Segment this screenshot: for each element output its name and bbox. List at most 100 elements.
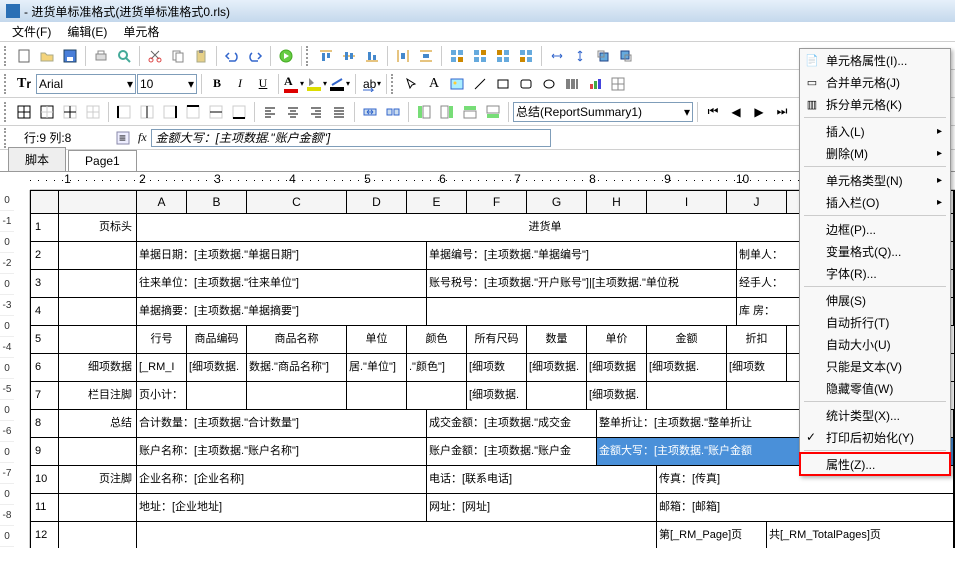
rect-tool-button[interactable]: [492, 73, 514, 95]
ctx-printinit[interactable]: ✓打印后初始化(Y): [800, 426, 950, 448]
bring-front-icon[interactable]: [592, 45, 614, 67]
ctx-autowrap[interactable]: 自动折行(T): [800, 311, 950, 333]
copy-button[interactable]: [167, 45, 189, 67]
move-first-button[interactable]: ⏮: [702, 101, 724, 123]
ctx-textonly[interactable]: 只能是文本(V): [800, 355, 950, 377]
grid-tool-button[interactable]: [607, 73, 629, 95]
ctx-cell-prop[interactable]: 📄单元格属性(I)...: [800, 49, 950, 71]
dist-v-icon[interactable]: [415, 45, 437, 67]
fit-width-icon[interactable]: [546, 45, 568, 67]
merge-button[interactable]: [359, 101, 381, 123]
cut-button[interactable]: [144, 45, 166, 67]
chart-tool-button[interactable]: [584, 73, 606, 95]
text-tool-button[interactable]: A: [423, 73, 445, 95]
ctx-delete[interactable]: 删除(M)▸: [800, 142, 950, 164]
barcode-tool-button[interactable]: [561, 73, 583, 95]
table-row: 11地址：[企业地址]网址：[网址]邮箱：[邮箱]: [30, 494, 955, 522]
border-none-button[interactable]: [82, 101, 104, 123]
send-back-icon[interactable]: [615, 45, 637, 67]
fx-label: fx: [138, 130, 147, 145]
ctx-font[interactable]: 字体(R)...: [800, 262, 950, 284]
table-row: 12第[_RM_Page]页共[_RM_TotalPages]页: [30, 522, 955, 548]
fit-height-icon[interactable]: [569, 45, 591, 67]
insert-col-l-button[interactable]: [413, 101, 435, 123]
move-next-button[interactable]: ▶: [748, 101, 770, 123]
ctx-hidezero[interactable]: 隐藏零值(W): [800, 377, 950, 399]
bold-button[interactable]: B: [206, 73, 228, 95]
font-name-select[interactable]: Arial▾: [36, 74, 136, 94]
split-button[interactable]: [382, 101, 404, 123]
menu-file[interactable]: 文件(F): [4, 21, 59, 42]
border-all-button[interactable]: [13, 101, 35, 123]
border-hmid-button[interactable]: [205, 101, 227, 123]
new-button[interactable]: [13, 45, 35, 67]
ctx-border[interactable]: 边框(P)...: [800, 218, 950, 240]
insert-row-b-button[interactable]: [482, 101, 504, 123]
menu-bar: 文件(F) 编辑(E) 单元格: [0, 22, 955, 42]
save-button[interactable]: [59, 45, 81, 67]
run-button[interactable]: [275, 45, 297, 67]
image-tool-button[interactable]: [446, 73, 468, 95]
tile-1-icon[interactable]: [446, 45, 468, 67]
redo-button[interactable]: [244, 45, 266, 67]
insert-col-r-button[interactable]: [436, 101, 458, 123]
border-bottom-button[interactable]: [228, 101, 250, 123]
border-outer-button[interactable]: [36, 101, 58, 123]
line-color-button[interactable]: ▾: [329, 73, 351, 95]
tile-4-icon[interactable]: [515, 45, 537, 67]
ctx-cell-type[interactable]: 单元格类型(N)▸: [800, 169, 950, 191]
ptr-button[interactable]: [400, 73, 422, 95]
align-justify-button[interactable]: [328, 101, 350, 123]
dist-h-icon[interactable]: [392, 45, 414, 67]
font-size-select[interactable]: 10▾: [137, 74, 197, 94]
ctx-properties[interactable]: 属性(Z)...: [800, 453, 950, 475]
tab-page1[interactable]: Page1: [68, 150, 137, 171]
align-left-button[interactable]: [259, 101, 281, 123]
ctx-extend[interactable]: 伸展(S): [800, 289, 950, 311]
align-mid-v-icon[interactable]: [338, 45, 360, 67]
italic-button[interactable]: I: [229, 73, 251, 95]
ctx-insert-col[interactable]: 插入栏(O)▸: [800, 191, 950, 213]
align-bottom-icon[interactable]: [361, 45, 383, 67]
ctx-change-fmt[interactable]: 变量格式(Q)...: [800, 240, 950, 262]
font-color-button[interactable]: A▾: [283, 73, 305, 95]
border-inner-button[interactable]: [59, 101, 81, 123]
insert-row-t-button[interactable]: [459, 101, 481, 123]
border-top-button[interactable]: [182, 101, 204, 123]
ctx-split[interactable]: ▥拆分单元格(K): [800, 93, 950, 115]
undo-button[interactable]: [221, 45, 243, 67]
roundrect-tool-button[interactable]: [515, 73, 537, 95]
context-menu: 📄单元格属性(I)... ▭合并单元格(J) ▥拆分单元格(K) 插入(L)▸ …: [799, 48, 951, 476]
menu-cell[interactable]: 单元格: [115, 21, 167, 42]
preview-button[interactable]: [113, 45, 135, 67]
text-direction-button[interactable]: ab▾: [360, 73, 382, 95]
font-dialog-button[interactable]: Tr: [13, 73, 35, 95]
ctx-stattype[interactable]: 统计类型(X)...: [800, 404, 950, 426]
line-tool-button[interactable]: [469, 73, 491, 95]
paste-button[interactable]: [190, 45, 212, 67]
summary-select[interactable]: 总结(ReportSummary1)▾: [513, 102, 693, 122]
align-center-button[interactable]: [282, 101, 304, 123]
border-left-button[interactable]: [113, 101, 135, 123]
print-button[interactable]: [90, 45, 112, 67]
fill-color-button[interactable]: ▾: [306, 73, 328, 95]
move-last-button[interactable]: ⏭: [771, 101, 793, 123]
border-right-button[interactable]: [159, 101, 181, 123]
underline-button[interactable]: U: [252, 73, 274, 95]
align-top-icon[interactable]: [315, 45, 337, 67]
open-button[interactable]: [36, 45, 58, 67]
menu-edit[interactable]: 编辑(E): [59, 21, 115, 42]
ruler-vertical-labels: 0-10-20-30-40-50-60-70-80: [0, 190, 14, 547]
formula-input[interactable]: 金额大写：[主项数据."账户金额"]: [151, 129, 551, 147]
tile-3-icon[interactable]: [492, 45, 514, 67]
ctx-merge[interactable]: ▭合并单元格(J): [800, 71, 950, 93]
align-right-button[interactable]: [305, 101, 327, 123]
move-prev-button[interactable]: ◀: [725, 101, 747, 123]
tile-2-icon[interactable]: [469, 45, 491, 67]
tab-script[interactable]: 脚本: [8, 147, 66, 171]
ctx-autosize[interactable]: 自动大小(U): [800, 333, 950, 355]
ctx-insert[interactable]: 插入(L)▸: [800, 120, 950, 142]
border-vmid-button[interactable]: [136, 101, 158, 123]
ellipse-tool-button[interactable]: [538, 73, 560, 95]
fx-wizard-button[interactable]: ≡: [112, 127, 134, 149]
